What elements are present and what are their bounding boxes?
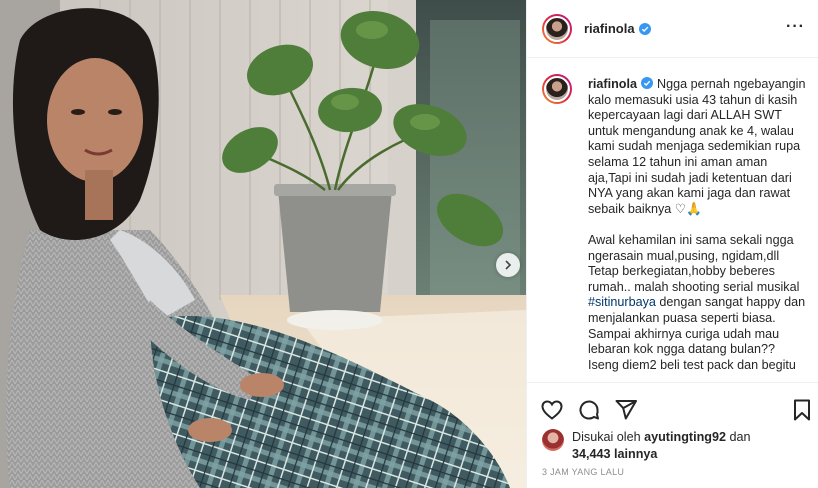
verified-badge-icon: [638, 22, 651, 35]
heart-icon[interactable]: [540, 398, 564, 422]
likes-prefix: Disukai oleh: [572, 430, 641, 444]
post-photo[interactable]: [0, 0, 526, 488]
post-side-panel: riafinola ··· riafinola Ngga pernah ngeba…: [526, 0, 818, 488]
more-options-icon[interactable]: ···: [786, 18, 805, 36]
chevron-right-icon: [505, 260, 512, 270]
post-header: riafinola ···: [527, 0, 818, 58]
caption: riafinola Ngga pernah ngebayangin kalo me…: [588, 77, 808, 373]
photo-illustration: [0, 0, 526, 488]
comment-icon[interactable]: [577, 398, 601, 422]
caption-paragraph-2: Awal kehamilan ini sama sekali ngga nger…: [588, 233, 808, 373]
post-actions: Disukai oleh ayutingting92 dan 34,443 la…: [527, 382, 818, 488]
caption-line: Tetap berkegiatan,hobby beberes rumah.. …: [588, 264, 800, 294]
caption-paragraph-1: riafinola Ngga pernah ngebayangin kalo me…: [588, 77, 808, 217]
next-photo-button[interactable]: [496, 253, 520, 277]
caption-line: Awal kehamilan ini sama sekali ngga nger…: [588, 232, 798, 263]
paper-plane-icon[interactable]: [614, 398, 638, 422]
likes-joiner: dan: [729, 430, 751, 444]
likes-count[interactable]: 34,443 lainnya: [572, 447, 657, 461]
caption-area: riafinola Ngga pernah ngebayangin kalo me…: [527, 59, 818, 382]
liker-username[interactable]: ayutingting92: [644, 430, 726, 444]
bookmark-icon[interactable]: [790, 398, 814, 422]
author-avatar[interactable]: [542, 13, 572, 44]
caption-text-1: Ngga pernah ngebayangin kalo memasuki us…: [588, 77, 809, 216]
verified-badge-icon: [641, 77, 653, 89]
hashtag-link[interactable]: #sitinurbaya: [588, 295, 656, 309]
post-timestamp[interactable]: 3 JAM YANG LALU: [542, 467, 624, 477]
caption-author-avatar[interactable]: [542, 74, 572, 104]
likes-summary: Disukai oleh ayutingting92 dan 34,443 la…: [542, 429, 751, 463]
caption-username[interactable]: riafinola: [588, 77, 637, 91]
caption-line: Sampai akhirnya curiga udah mau lebaran …: [588, 326, 796, 372]
liker-avatar[interactable]: [542, 429, 564, 451]
author-username[interactable]: riafinola: [584, 21, 635, 36]
